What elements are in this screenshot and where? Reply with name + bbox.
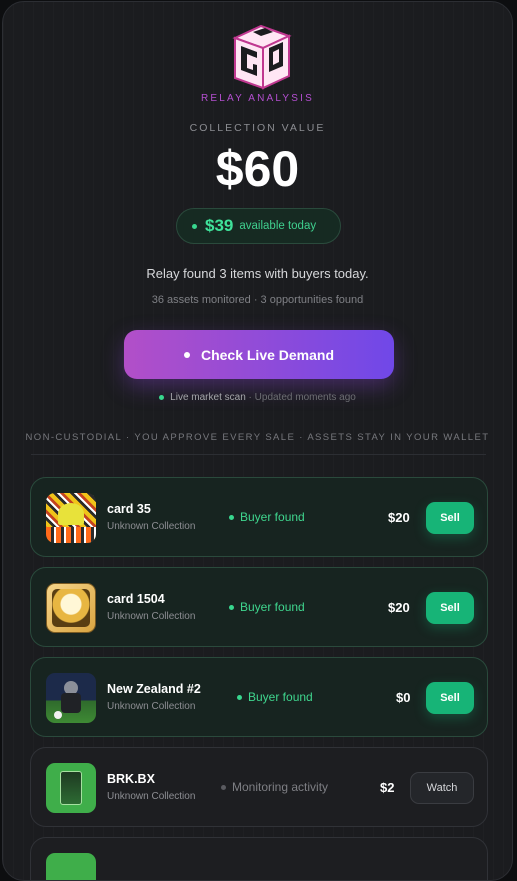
sell-button[interactable]: Sell	[426, 592, 474, 624]
divider	[31, 454, 486, 455]
item-collection: Unknown Collection	[107, 701, 196, 712]
item-price: $20	[388, 510, 410, 525]
status-dot-icon	[221, 784, 226, 790]
item-collection: Unknown Collection	[107, 611, 196, 622]
nft-thumbnail	[46, 583, 96, 633]
nft-thumbnail	[46, 493, 96, 543]
relay-logo-icon	[232, 24, 292, 90]
status-badge: Buyer found	[237, 690, 313, 704]
status-text: Buyer found	[240, 600, 305, 614]
item-name: New Zealand #2	[107, 682, 201, 696]
list-item: BRK.BX Unknown Collection Monitoring act…	[30, 747, 488, 827]
item-price: $0	[396, 690, 411, 705]
status-dot-icon	[192, 223, 197, 229]
status-badge: Monitoring activity	[221, 780, 328, 794]
status-text: Monitoring activity	[232, 780, 329, 794]
status-dot-icon	[237, 694, 242, 700]
sell-button[interactable]: Sell	[426, 502, 474, 534]
sell-button[interactable]: Sell	[426, 682, 474, 714]
updated-text: · Updated moments ago	[248, 392, 356, 403]
item-name: card 35	[107, 502, 151, 516]
nft-thumbnail	[46, 673, 96, 723]
available-text: available today	[239, 220, 317, 232]
live-dot-icon	[159, 394, 165, 400]
watch-button[interactable]: Watch	[410, 772, 474, 804]
dot-icon	[183, 351, 190, 358]
status-badge: Buyer found	[229, 600, 305, 614]
live-scan-text: Live market scan	[170, 392, 246, 403]
item-price: $20	[388, 600, 410, 615]
cta-label: Check Live Demand	[200, 346, 335, 363]
status-dot-icon	[229, 514, 234, 520]
trust-banner: NON-CUSTODIAL · YOU APPROVE EVERY SALE ·…	[25, 432, 490, 443]
nft-thumbnail	[46, 853, 96, 880]
list-item: card 1504 Unknown Collection Buyer found…	[30, 567, 488, 647]
item-name: card 1504	[107, 592, 165, 606]
item-collection: Unknown Collection	[107, 521, 196, 532]
check-live-demand-button[interactable]: Check Live Demand	[124, 330, 394, 379]
item-name: BRK.BX	[107, 772, 155, 786]
item-collection: Unknown Collection	[107, 791, 196, 802]
list-item	[30, 837, 488, 880]
status-text: Buyer found	[248, 690, 313, 704]
brand-name: RELAY ANALYSIS	[200, 93, 315, 104]
collection-value: $60	[215, 141, 300, 197]
collection-value-label: COLLECTION VALUE	[189, 122, 326, 134]
found-message: Relay found 3 items with buyers today.	[146, 266, 369, 281]
list-item: card 35 Unknown Collection Buyer found $…	[30, 477, 488, 557]
scan-status: Live market scan · Updated moments ago	[3, 392, 512, 403]
status-text: Buyer found	[240, 510, 305, 524]
available-amount: $39	[205, 216, 234, 235]
nft-thumbnail	[46, 763, 96, 813]
stats-text: 36 assets monitored · 3 opportunities fo…	[151, 294, 364, 306]
status-dot-icon	[229, 604, 234, 610]
item-price: $2	[380, 780, 395, 795]
list-item: New Zealand #2 Unknown Collection Buyer …	[30, 657, 488, 737]
status-badge: Buyer found	[229, 510, 305, 524]
app-panel: RELAY ANALYSIS COLLECTION VALUE $60 $39 …	[2, 1, 513, 881]
available-badge: $39 available today	[176, 208, 341, 244]
